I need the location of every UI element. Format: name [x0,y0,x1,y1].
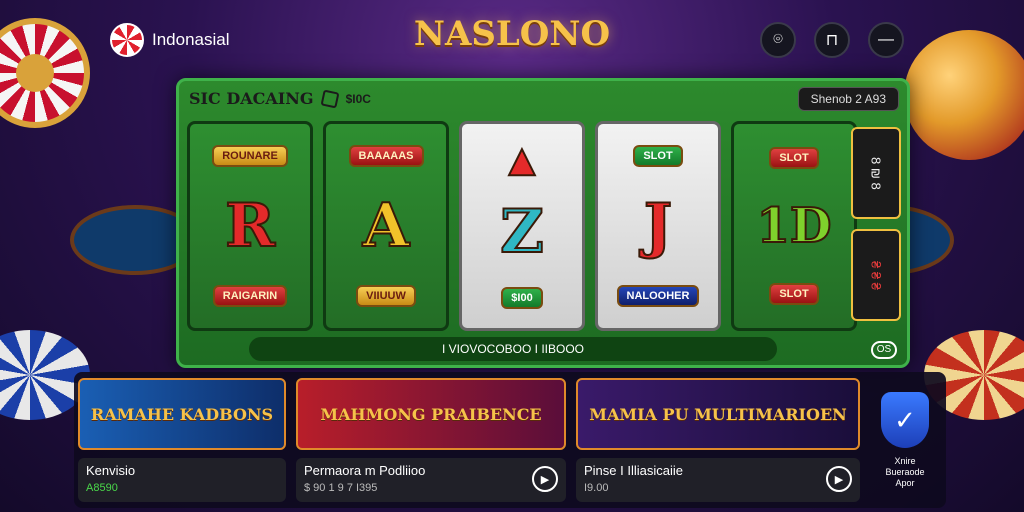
reel[interactable]: BAAAAAS A VIIUUW [323,121,449,331]
top-actions: ⌾ ⊓ — [760,22,904,58]
slot-title: SIC DACAING [189,89,314,108]
verified-text: Xnire Bueraode Apor [885,456,925,488]
game-card-subtitle: A8590 [86,482,118,494]
reel-bottom-plate: RAIGARIN [212,285,288,308]
check-icon [320,89,340,108]
play-icon[interactable]: ▶ [826,466,852,492]
reels: ROUNARE R RAIGARIN BAAAAAS A VIIUUW ▲ Z … [187,121,857,331]
side-counter: 8 ₪ 8 [851,127,901,219]
slot-machine-panel: SIC DACAING $I0C Shenob 2 A93 ROUNARE R … [176,78,910,368]
verified-badge[interactable]: ✓ Xnire Bueraode Apor [878,392,932,488]
reel-top-plate: BAAAAAS [348,144,424,167]
reel[interactable]: ROUNARE R RAIGARIN [187,121,313,331]
reel-arrow-symbol: ▲ [508,139,536,180]
shield-check-icon: ✓ [881,392,929,448]
game-card-art[interactable]: MAHMONG PRAIBENCE [296,378,566,450]
reel[interactable]: SLOT J NALOOHER [595,121,721,331]
game-card-art[interactable]: RAMAHE KADBONS [78,378,286,450]
profile-icon[interactable]: ⊓ [814,22,850,58]
side-counter: ₴ ₴ ₴ [851,229,901,321]
game-card-info: Permaora m Podliioo $ 90 1 9 7 I395 ▶ [296,458,566,502]
game-card-title: Pinse I Illiasicaiie [584,463,683,478]
game-card-info: Kenvisio A8590 [78,458,286,502]
balance-badge: Shenob 2 A93 [797,87,899,111]
reel-symbol: Z [499,196,545,267]
game-cards-bar: RAMAHE KADBONS Kenvisio A8590 MAHMONG PR… [74,372,946,508]
reel-symbol: R [224,190,276,261]
reel-top-plate: SLOT [633,144,683,167]
slot-amount: $I0C [345,91,371,106]
reel[interactable]: ▲ Z $I00 [459,121,585,331]
game-card-info: Pinse I Illiasicaiie I9.00 ▶ [576,458,860,502]
reel-symbol: 1D [755,197,832,254]
game-card[interactable]: RAMAHE KADBONS Kenvisio A8590 [78,378,286,502]
reel[interactable]: SLOT 1D SLOT [731,121,857,331]
reel-top-plate: ROUNARE [212,144,288,167]
game-card-art[interactable]: MAMIA PU MULTIMARIOEN [576,378,860,450]
menu-icon[interactable]: — [868,22,904,58]
game-card[interactable]: MAMIA PU MULTIMARIOEN Pinse I Illiasicai… [576,378,860,502]
reel-symbol: J [643,190,673,261]
game-card-title: Kenvisio [86,463,136,478]
game-card-subtitle: $ 90 1 9 7 I395 [304,482,378,494]
game-card-title: Permaora m Podliioo [304,463,426,478]
support-icon[interactable]: ⌾ [760,22,796,58]
side-reels: 8 ₪ 8 ₴ ₴ ₴ [851,127,901,321]
reel-bottom-plate: SLOT [769,283,819,306]
reel-top-plate: SLOT [769,146,819,169]
slot-header: SIC DACAING $I0C [189,89,371,108]
mini-logo-icon: OS [871,341,897,359]
play-icon[interactable]: ▶ [532,466,558,492]
game-card[interactable]: MAHMONG PRAIBENCE Permaora m Podliioo $ … [296,378,566,502]
slot-footer-ticker: I VIOVOCOBOO I IIBOOO [249,337,777,361]
reel-bottom-plate: VIIUUW [356,285,416,308]
game-card-subtitle: I9.00 [584,482,609,494]
reel-symbol: A [362,190,411,261]
reel-bottom-plate: NALOOHER [616,285,700,308]
reel-bottom-plate: $I00 [501,287,543,310]
